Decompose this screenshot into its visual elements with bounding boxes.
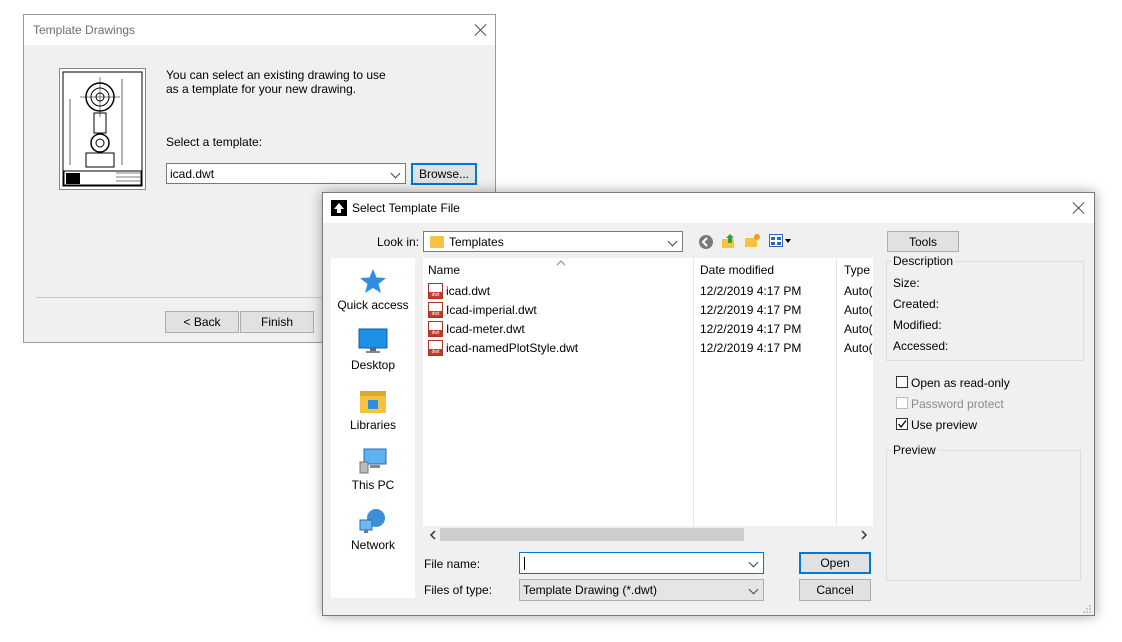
file-type: Auto( [844, 284, 873, 298]
computer-icon [358, 448, 388, 474]
file-name-label: File name: [424, 557, 481, 571]
file-row[interactable]: icad-namedPlotStyle.dwt 12/2/2019 4:17 P… [428, 339, 873, 358]
file-name-input[interactable] [519, 552, 764, 574]
read-only-label: Open as read-only [911, 376, 1010, 390]
text-cursor [524, 557, 525, 570]
template-preview-thumbnail [59, 68, 146, 190]
use-preview-label: Use preview [911, 418, 978, 432]
dialog-title: Select Template File [352, 201, 460, 215]
place-this-pc[interactable]: This PC [331, 448, 415, 492]
back-arrow-icon[interactable] [699, 235, 713, 249]
file-row[interactable]: Icad-imperial.dwt 12/2/2019 4:17 PM Auto… [428, 301, 873, 320]
new-folder-icon[interactable] [744, 233, 760, 249]
password-protect-label: Password protect [911, 397, 1004, 411]
column-header-type[interactable]: Type [844, 263, 870, 277]
desktop-icon [358, 328, 388, 354]
place-network[interactable]: Network [331, 508, 415, 552]
accessed-label: Accessed: [893, 339, 949, 353]
files-of-type-label: Files of type: [424, 583, 493, 597]
dwt-file-icon [428, 321, 443, 337]
up-folder-icon[interactable] [721, 233, 737, 249]
title-bar: Template Drawings [24, 15, 495, 45]
column-header-name[interactable]: Name [428, 263, 460, 277]
intro-line-1: You can select an existing drawing to us… [166, 68, 386, 82]
file-name: Icad-meter.dwt [446, 322, 525, 336]
dwt-file-icon [428, 340, 443, 356]
file-name: icad-namedPlotStyle.dwt [446, 341, 579, 355]
star-icon [358, 268, 388, 294]
preview-legend: Preview [891, 443, 938, 457]
look-in-select[interactable]: Templates [423, 231, 683, 252]
place-desktop[interactable]: Desktop [331, 328, 415, 372]
finish-button[interactable]: Finish [240, 311, 314, 333]
back-button[interactable]: < Back [165, 311, 239, 333]
browse-button[interactable]: Browse... [411, 163, 477, 185]
file-type: Auto( [844, 322, 873, 336]
file-name: Icad-imperial.dwt [446, 303, 537, 317]
file-type: Auto( [844, 341, 873, 355]
file-date: 12/2/2019 4:17 PM [700, 341, 802, 355]
column-header-date[interactable]: Date modified [700, 263, 774, 277]
template-select-value: icad.dwt [170, 167, 215, 181]
select-template-label: Select a template: [166, 135, 263, 149]
template-select[interactable]: icad.dwt [166, 163, 406, 184]
title-bar: Select Template File [323, 193, 1094, 223]
view-menu-icon[interactable] [769, 234, 791, 248]
file-date: 12/2/2019 4:17 PM [700, 322, 802, 336]
app-icon [331, 200, 347, 216]
file-type: Auto( [844, 303, 873, 317]
place-label: This PC [351, 478, 395, 492]
folder-icon [430, 236, 444, 248]
description-group: Description Size: Created: Modified: Acc… [886, 254, 1084, 361]
cancel-button[interactable]: Cancel [799, 579, 871, 601]
place-quick-access[interactable]: Quick access [331, 268, 415, 312]
place-label: Libraries [349, 418, 397, 432]
scroll-left-icon[interactable] [428, 529, 438, 540]
chevron-down-icon [748, 557, 759, 568]
intro-text: You can select an existing drawing to us… [166, 68, 386, 96]
resize-grip-icon[interactable] [1082, 603, 1092, 613]
network-icon [358, 508, 388, 534]
size-label: Size: [893, 276, 920, 290]
place-label: Desktop [350, 358, 396, 372]
close-icon[interactable] [474, 23, 488, 37]
created-label: Created: [893, 297, 940, 311]
place-label: Network [350, 538, 395, 552]
files-of-type-select[interactable]: Template Drawing (*.dwt) [519, 579, 764, 601]
open-button[interactable]: Open [799, 552, 871, 574]
places-bar: Quick access Desktop Libraries This PC N… [331, 258, 415, 598]
read-only-checkbox[interactable] [896, 376, 908, 388]
file-date: 12/2/2019 4:17 PM [700, 303, 802, 317]
file-name: icad.dwt [446, 284, 491, 298]
file-list: Name Date modified Type icad.dwt 12/2/20… [423, 258, 873, 526]
place-label: Quick access [337, 298, 409, 312]
place-libraries[interactable]: Libraries [331, 388, 415, 432]
horizontal-scrollbar[interactable] [423, 526, 873, 543]
scroll-thumb[interactable] [440, 528, 744, 541]
scroll-right-icon[interactable] [859, 529, 869, 540]
files-of-type-value: Template Drawing (*.dwt) [523, 583, 658, 597]
dwt-file-icon [428, 302, 443, 318]
chevron-down-icon [667, 236, 678, 247]
modified-label: Modified: [893, 318, 942, 332]
chevron-down-icon [748, 584, 759, 595]
intro-line-2: as a template for your new drawing. [166, 82, 357, 96]
file-date: 12/2/2019 4:17 PM [700, 284, 802, 298]
select-template-file-dialog: Select Template File Look in: Templates … [322, 192, 1095, 616]
use-preview-checkbox[interactable] [896, 418, 908, 430]
look-in-label: Look in: [377, 235, 420, 249]
preview-group: Preview [886, 443, 1081, 581]
close-icon[interactable] [1072, 201, 1086, 215]
sort-ascending-icon [556, 255, 566, 266]
file-row[interactable]: Icad-meter.dwt 12/2/2019 4:17 PM Auto( [428, 320, 873, 339]
password-protect-checkbox [896, 397, 908, 409]
dialog-title: Template Drawings [33, 23, 136, 37]
dwt-file-icon [428, 283, 443, 299]
description-legend: Description [891, 254, 956, 268]
look-in-value: Templates [449, 235, 504, 249]
libraries-icon [358, 388, 388, 414]
tools-button[interactable]: Tools [887, 231, 959, 252]
chevron-down-icon [390, 168, 401, 179]
file-row[interactable]: icad.dwt 12/2/2019 4:17 PM Auto( [428, 282, 873, 301]
